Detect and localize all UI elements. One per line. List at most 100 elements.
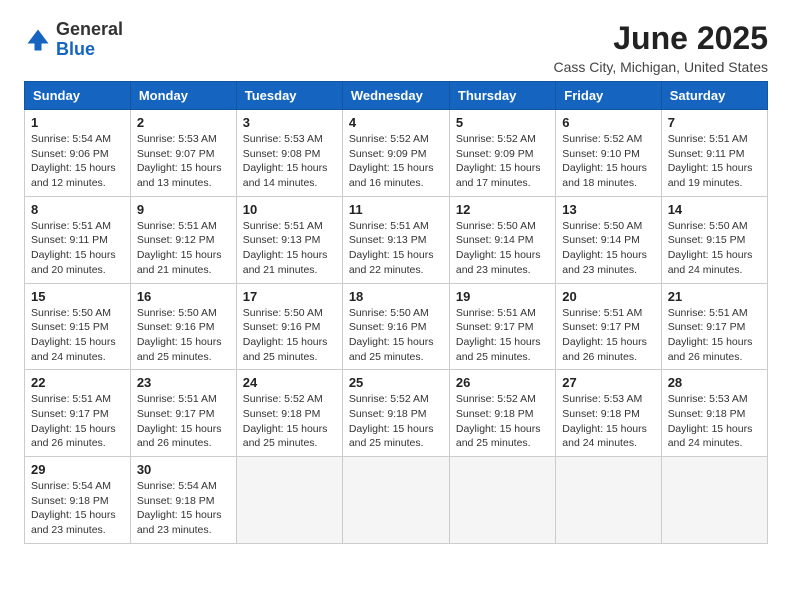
col-monday: Monday [130,82,236,110]
col-sunday: Sunday [25,82,131,110]
day-info: Sunrise: 5:54 AM Sunset: 9:18 PM Dayligh… [31,479,124,538]
table-row: 30 Sunrise: 5:54 AM Sunset: 9:18 PM Dayl… [130,457,236,544]
calendar-week-row: 22 Sunrise: 5:51 AM Sunset: 9:17 PM Dayl… [25,370,768,457]
table-row: 2 Sunrise: 5:53 AM Sunset: 9:07 PM Dayli… [130,110,236,197]
header: General Blue June 2025 Cass City, Michig… [24,20,768,75]
col-friday: Friday [556,82,661,110]
table-row: 5 Sunrise: 5:52 AM Sunset: 9:09 PM Dayli… [449,110,555,197]
table-row: 23 Sunrise: 5:51 AM Sunset: 9:17 PM Dayl… [130,370,236,457]
calendar-week-row: 1 Sunrise: 5:54 AM Sunset: 9:06 PM Dayli… [25,110,768,197]
day-number: 15 [31,289,124,304]
day-number: 11 [349,202,443,217]
day-number: 5 [456,115,549,130]
table-row: 27 Sunrise: 5:53 AM Sunset: 9:18 PM Dayl… [556,370,661,457]
day-info: Sunrise: 5:51 AM Sunset: 9:17 PM Dayligh… [456,306,549,365]
calendar: Sunday Monday Tuesday Wednesday Thursday… [24,81,768,544]
day-info: Sunrise: 5:52 AM Sunset: 9:18 PM Dayligh… [349,392,443,451]
day-number: 12 [456,202,549,217]
table-row: 22 Sunrise: 5:51 AM Sunset: 9:17 PM Dayl… [25,370,131,457]
table-row: 6 Sunrise: 5:52 AM Sunset: 9:10 PM Dayli… [556,110,661,197]
day-info: Sunrise: 5:54 AM Sunset: 9:18 PM Dayligh… [137,479,230,538]
table-row: 10 Sunrise: 5:51 AM Sunset: 9:13 PM Dayl… [236,196,342,283]
day-info: Sunrise: 5:50 AM Sunset: 9:14 PM Dayligh… [456,219,549,278]
table-row: 14 Sunrise: 5:50 AM Sunset: 9:15 PM Dayl… [661,196,767,283]
day-info: Sunrise: 5:52 AM Sunset: 9:18 PM Dayligh… [456,392,549,451]
day-number: 7 [668,115,761,130]
day-info: Sunrise: 5:51 AM Sunset: 9:11 PM Dayligh… [31,219,124,278]
day-number: 16 [137,289,230,304]
day-info: Sunrise: 5:50 AM Sunset: 9:15 PM Dayligh… [31,306,124,365]
table-row: 9 Sunrise: 5:51 AM Sunset: 9:12 PM Dayli… [130,196,236,283]
day-number: 25 [349,375,443,390]
day-info: Sunrise: 5:50 AM Sunset: 9:16 PM Dayligh… [137,306,230,365]
day-info: Sunrise: 5:52 AM Sunset: 9:09 PM Dayligh… [349,132,443,191]
day-number: 14 [668,202,761,217]
col-tuesday: Tuesday [236,82,342,110]
table-row: 15 Sunrise: 5:50 AM Sunset: 9:15 PM Dayl… [25,283,131,370]
day-info: Sunrise: 5:53 AM Sunset: 9:07 PM Dayligh… [137,132,230,191]
day-info: Sunrise: 5:51 AM Sunset: 9:12 PM Dayligh… [137,219,230,278]
location-title: Cass City, Michigan, United States [554,59,769,75]
empty-cell [661,457,767,544]
calendar-header-row: Sunday Monday Tuesday Wednesday Thursday… [25,82,768,110]
day-number: 26 [456,375,549,390]
table-row: 13 Sunrise: 5:50 AM Sunset: 9:14 PM Dayl… [556,196,661,283]
table-row: 1 Sunrise: 5:54 AM Sunset: 9:06 PM Dayli… [25,110,131,197]
table-row: 26 Sunrise: 5:52 AM Sunset: 9:18 PM Dayl… [449,370,555,457]
calendar-week-row: 15 Sunrise: 5:50 AM Sunset: 9:15 PM Dayl… [25,283,768,370]
day-info: Sunrise: 5:50 AM Sunset: 9:16 PM Dayligh… [349,306,443,365]
empty-cell [236,457,342,544]
col-thursday: Thursday [449,82,555,110]
table-row: 12 Sunrise: 5:50 AM Sunset: 9:14 PM Dayl… [449,196,555,283]
day-info: Sunrise: 5:50 AM Sunset: 9:16 PM Dayligh… [243,306,336,365]
day-info: Sunrise: 5:51 AM Sunset: 9:17 PM Dayligh… [562,306,654,365]
day-number: 19 [456,289,549,304]
day-number: 28 [668,375,761,390]
empty-cell [342,457,449,544]
col-wednesday: Wednesday [342,82,449,110]
table-row: 19 Sunrise: 5:51 AM Sunset: 9:17 PM Dayl… [449,283,555,370]
day-number: 24 [243,375,336,390]
calendar-week-row: 29 Sunrise: 5:54 AM Sunset: 9:18 PM Dayl… [25,457,768,544]
table-row: 8 Sunrise: 5:51 AM Sunset: 9:11 PM Dayli… [25,196,131,283]
day-number: 30 [137,462,230,477]
table-row: 28 Sunrise: 5:53 AM Sunset: 9:18 PM Dayl… [661,370,767,457]
table-row: 25 Sunrise: 5:52 AM Sunset: 9:18 PM Dayl… [342,370,449,457]
table-row: 24 Sunrise: 5:52 AM Sunset: 9:18 PM Dayl… [236,370,342,457]
day-info: Sunrise: 5:51 AM Sunset: 9:17 PM Dayligh… [31,392,124,451]
day-number: 8 [31,202,124,217]
day-info: Sunrise: 5:52 AM Sunset: 9:09 PM Dayligh… [456,132,549,191]
table-row: 16 Sunrise: 5:50 AM Sunset: 9:16 PM Dayl… [130,283,236,370]
day-info: Sunrise: 5:50 AM Sunset: 9:15 PM Dayligh… [668,219,761,278]
table-row: 7 Sunrise: 5:51 AM Sunset: 9:11 PM Dayli… [661,110,767,197]
table-row: 4 Sunrise: 5:52 AM Sunset: 9:09 PM Dayli… [342,110,449,197]
day-info: Sunrise: 5:52 AM Sunset: 9:18 PM Dayligh… [243,392,336,451]
day-number: 17 [243,289,336,304]
table-row: 3 Sunrise: 5:53 AM Sunset: 9:08 PM Dayli… [236,110,342,197]
day-number: 4 [349,115,443,130]
col-saturday: Saturday [661,82,767,110]
day-info: Sunrise: 5:53 AM Sunset: 9:08 PM Dayligh… [243,132,336,191]
logo-icon [24,26,52,54]
table-row: 29 Sunrise: 5:54 AM Sunset: 9:18 PM Dayl… [25,457,131,544]
day-info: Sunrise: 5:53 AM Sunset: 9:18 PM Dayligh… [668,392,761,451]
table-row: 20 Sunrise: 5:51 AM Sunset: 9:17 PM Dayl… [556,283,661,370]
logo-text: General Blue [56,20,123,60]
logo: General Blue [24,20,123,60]
day-info: Sunrise: 5:54 AM Sunset: 9:06 PM Dayligh… [31,132,124,191]
day-info: Sunrise: 5:53 AM Sunset: 9:18 PM Dayligh… [562,392,654,451]
day-number: 1 [31,115,124,130]
day-number: 6 [562,115,654,130]
day-info: Sunrise: 5:50 AM Sunset: 9:14 PM Dayligh… [562,219,654,278]
day-number: 10 [243,202,336,217]
day-info: Sunrise: 5:52 AM Sunset: 9:10 PM Dayligh… [562,132,654,191]
day-number: 27 [562,375,654,390]
day-info: Sunrise: 5:51 AM Sunset: 9:13 PM Dayligh… [243,219,336,278]
empty-cell [449,457,555,544]
day-number: 22 [31,375,124,390]
empty-cell [556,457,661,544]
day-number: 13 [562,202,654,217]
table-row: 21 Sunrise: 5:51 AM Sunset: 9:17 PM Dayl… [661,283,767,370]
day-number: 18 [349,289,443,304]
table-row: 11 Sunrise: 5:51 AM Sunset: 9:13 PM Dayl… [342,196,449,283]
